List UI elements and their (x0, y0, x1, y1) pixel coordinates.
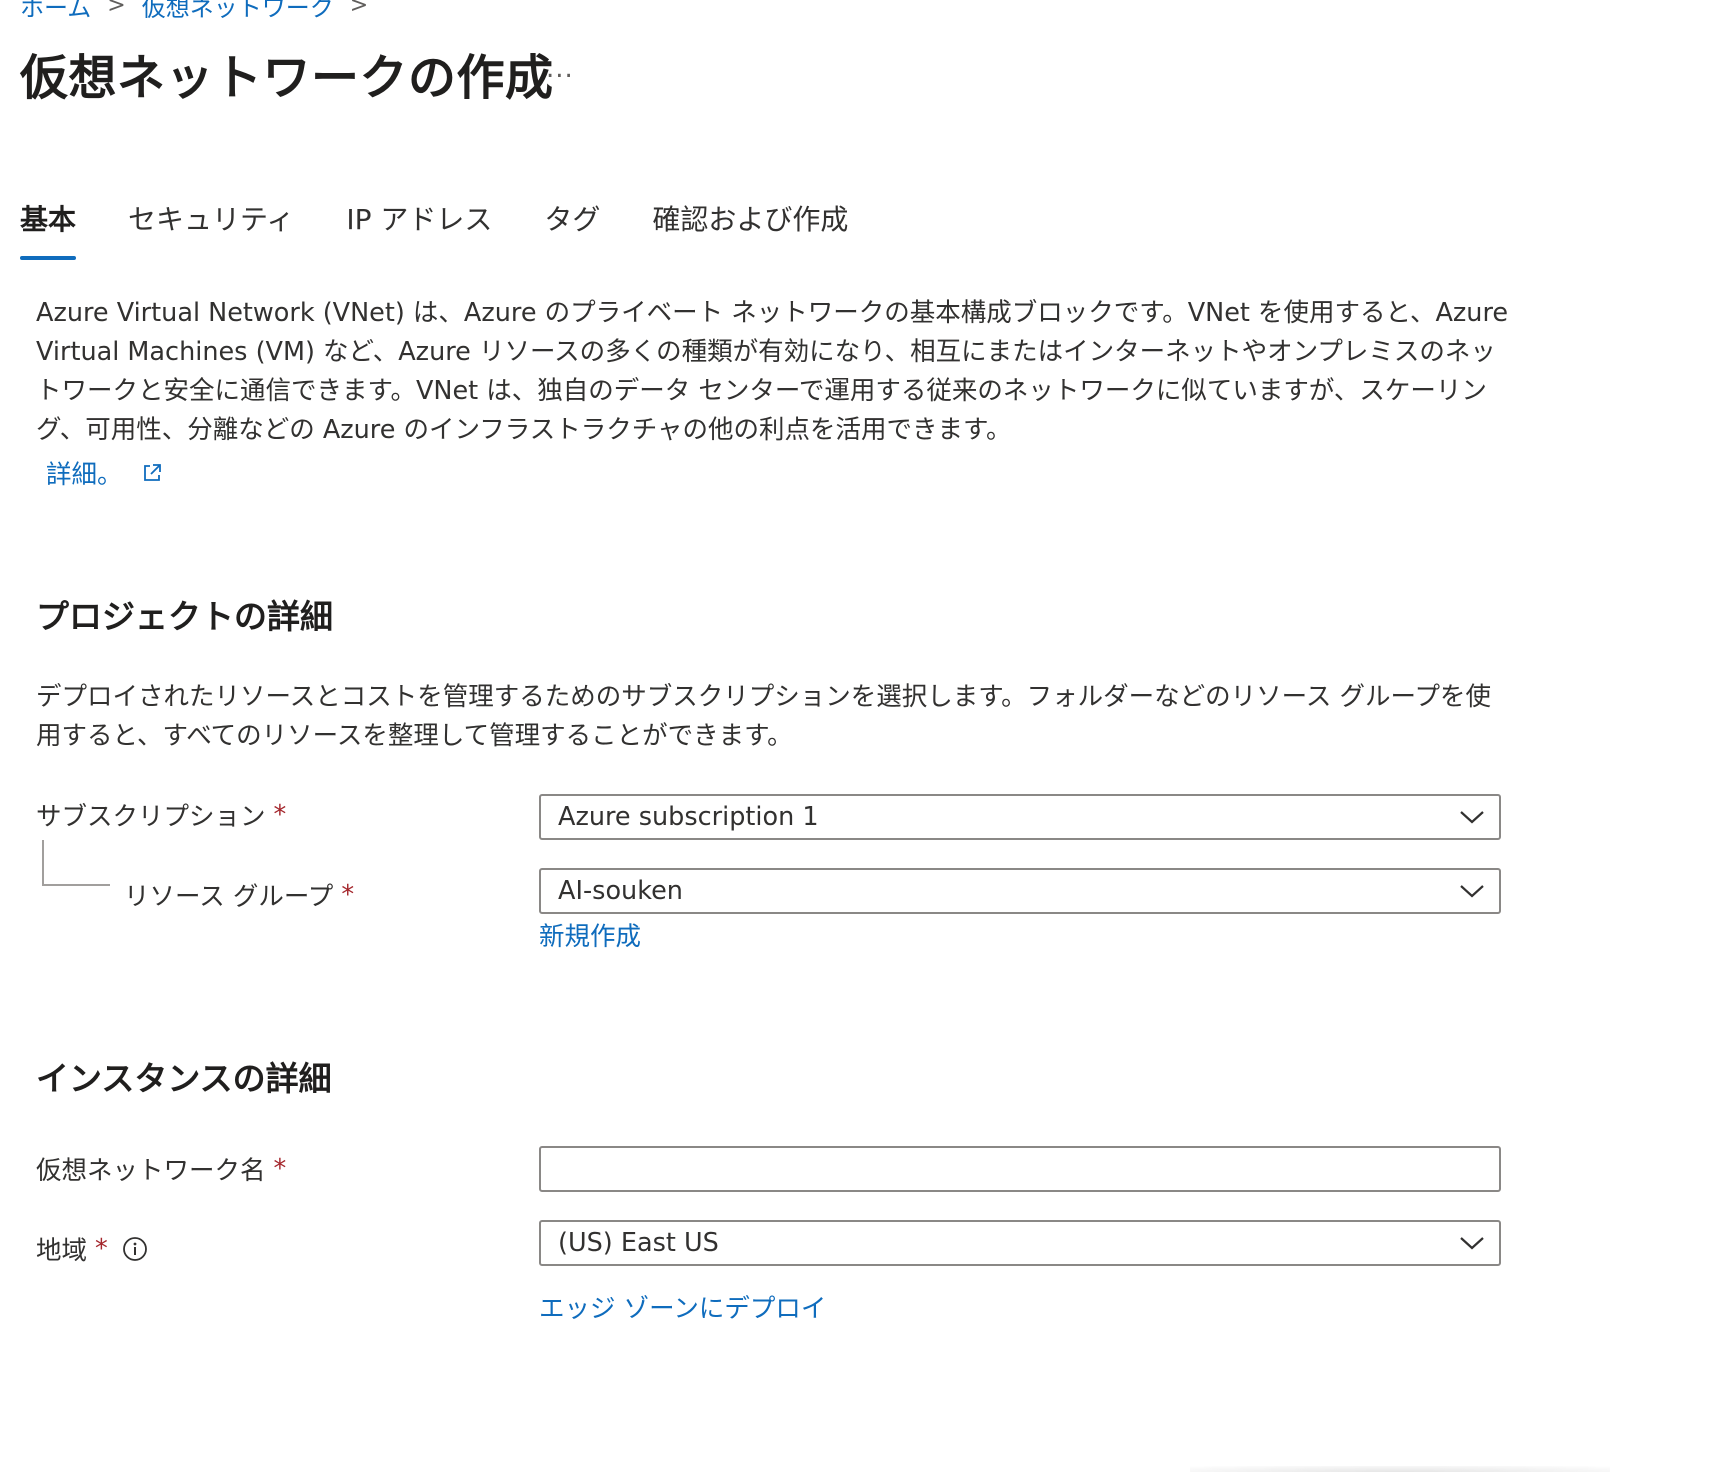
resource-group-value: AI-souken (558, 876, 683, 906)
subscription-label-text: サブスクリプション (36, 802, 266, 832)
learn-more-link[interactable]: 詳細。 (46, 454, 163, 491)
breadcrumb-separator: > (349, 0, 369, 18)
breadcrumb-separator: > (107, 0, 126, 18)
create-new-resource-group-link[interactable]: 新規作成 (539, 916, 641, 953)
project-details-heading: プロジェクトの詳細 (36, 597, 333, 636)
region-value: (US) East US (558, 1228, 719, 1258)
required-marker: * (273, 799, 287, 830)
region-label: 地域 * (36, 1230, 148, 1267)
tab-tags[interactable]: タグ (544, 198, 600, 260)
required-marker: * (341, 879, 355, 910)
deploy-to-edge-zone-link[interactable]: エッジ ゾーンにデプロイ (539, 1288, 826, 1325)
project-details-description: デプロイされたリソースとコストを管理するためのサブスクリプションを選択します。フ… (36, 682, 1491, 751)
chevron-down-icon (1460, 811, 1484, 824)
chevron-down-icon (1460, 1237, 1484, 1250)
footer-shadow (1190, 1466, 1610, 1472)
chevron-down-icon (1460, 885, 1484, 898)
resource-group-dropdown[interactable]: AI-souken (539, 868, 1501, 914)
instance-details-heading: インスタンスの詳細 (36, 1059, 332, 1098)
tab-ip-addresses[interactable]: IP アドレス (346, 198, 492, 260)
breadcrumb-home[interactable]: ホーム (20, 0, 91, 23)
required-marker: * (95, 1233, 108, 1264)
vnet-name-input[interactable] (539, 1146, 1501, 1192)
tab-review-create[interactable]: 確認および作成 (652, 198, 848, 260)
tab-basics[interactable]: 基本 (20, 198, 77, 260)
external-link-icon (143, 463, 161, 481)
resource-group-label-text: リソース グループ (124, 882, 334, 912)
breadcrumb-virtual-networks[interactable]: 仮想ネットワーク (142, 0, 334, 23)
tab-security[interactable]: セキュリティ (128, 198, 294, 260)
tree-connector (42, 840, 110, 886)
vnet-name-label-text: 仮想ネットワーク名 (36, 1156, 266, 1186)
breadcrumb: ホーム > 仮想ネットワーク > (20, 0, 384, 23)
vnet-name-label: 仮想ネットワーク名 * (36, 1150, 286, 1187)
intro-description: Azure Virtual Network (VNet) は、Azure のプラ… (36, 298, 1509, 445)
info-icon[interactable] (122, 1236, 148, 1262)
tab-bar: 基本 セキュリティ IP アドレス タグ 確認および作成 (20, 198, 900, 260)
region-label-text: 地域 (36, 1236, 88, 1266)
subscription-dropdown[interactable]: Azure subscription 1 (539, 794, 1501, 840)
learn-more-label: 詳細。 (46, 460, 123, 490)
subscription-value: Azure subscription 1 (558, 802, 819, 832)
resource-group-label: リソース グループ * (124, 876, 354, 913)
page-title: 仮想ネットワークの作成 (20, 50, 554, 106)
required-marker: * (273, 1153, 287, 1184)
subscription-label: サブスクリプション * (36, 796, 286, 833)
region-dropdown[interactable]: (US) East US (539, 1220, 1501, 1266)
create-vnet-page: ホーム > 仮想ネットワーク > 仮想ネットワークの作成 ... 基本 セキュリ… (0, 0, 1736, 1472)
more-actions-button[interactable]: ... (546, 54, 574, 84)
